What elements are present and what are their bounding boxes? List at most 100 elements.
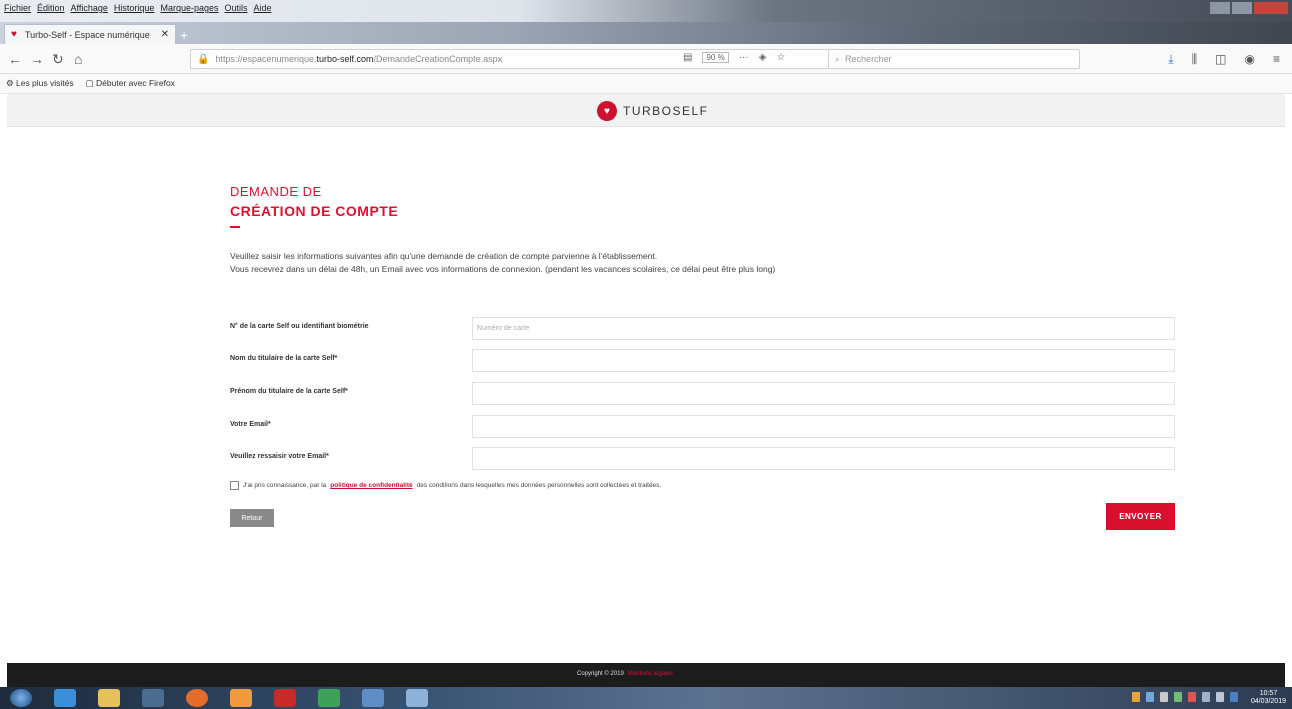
back-arrow-icon[interactable]: ←	[8, 51, 22, 67]
heart-logo-icon: ♥	[597, 101, 617, 121]
legal-notice-link[interactable]: Mentions légales	[628, 671, 673, 677]
zoom-level[interactable]: 90 %	[702, 52, 729, 63]
form-row-card-number: N° de la carte Self ou identifiant biomé…	[230, 317, 1175, 340]
lock-icon: 🔒	[197, 53, 210, 65]
hamburger-menu-icon[interactable]: ≡	[1273, 52, 1280, 67]
document-app-icon[interactable]	[406, 689, 428, 707]
intro-text: Veuillez saisir les informations suivant…	[230, 250, 775, 276]
url-tools: ▤ 90 % ··· ◈ ☆	[683, 52, 785, 63]
first-name-input[interactable]	[472, 382, 1175, 405]
firefox-window-icon[interactable]	[230, 689, 252, 707]
menu-list: Fichier Édition Affichage Historique Mar…	[4, 3, 272, 13]
bookmarks-toolbar: ⚙ Les plus visités ▢ Débuter avec Firefo…	[0, 74, 1292, 94]
email-label: Votre Email*	[230, 421, 271, 428]
language-icon[interactable]	[1230, 692, 1238, 702]
consent-row: J'ai pris connaissance, par la politique…	[230, 481, 661, 490]
firefox-icon[interactable]	[186, 689, 208, 707]
intro-line2: Vous recevrez dans un délai de 48h, un E…	[230, 264, 776, 274]
consent-text-before: J'ai pris connaissance, par la	[243, 482, 327, 489]
email-input[interactable]	[472, 415, 1175, 438]
maximize-button[interactable]	[1232, 2, 1252, 14]
back-button[interactable]: Retour	[230, 509, 274, 527]
tab-close-icon[interactable]: ✕	[161, 29, 169, 40]
more-actions-icon[interactable]: ···	[739, 52, 749, 63]
clock-time: 10:57	[1259, 690, 1278, 697]
browser-navbar: ← → ↻ ⌂ 🔒 https://espacenumerique.turbo-…	[0, 44, 1292, 74]
search-icon: ⌕	[835, 53, 841, 64]
first-name-label: Prénom du titulaire de la carte Self*	[230, 388, 348, 395]
tray-icon-3[interactable]	[1160, 692, 1168, 702]
form-row-email-confirm: Veuillez ressaisir votre Email*	[230, 447, 1175, 470]
clock-date: 04/03/2019	[1250, 698, 1286, 705]
sidebar-icon[interactable]: ◫	[1215, 52, 1226, 67]
download-icon[interactable]: ⤓	[1168, 52, 1173, 67]
minimize-button[interactable]	[1210, 2, 1230, 14]
acrobat-icon[interactable]	[274, 689, 296, 707]
form-row-last-name: Nom du titulaire de la carte Self*	[230, 349, 1175, 372]
browser-tabbar: ♥ Turbo-Self - Espace numérique ✕ +	[0, 22, 1292, 44]
search-placeholder: Rechercher	[845, 54, 892, 64]
last-name-input[interactable]	[472, 349, 1175, 372]
turboself-logo[interactable]: ♥ TURBOSELF	[597, 101, 709, 121]
logo-text: TURBOSELF	[623, 104, 709, 118]
system-tray	[1132, 692, 1238, 702]
tray-icon-4[interactable]	[1174, 692, 1182, 702]
reader-view-icon[interactable]: ▤	[683, 52, 692, 63]
title-accent-bar	[230, 226, 240, 228]
spreadsheet-icon[interactable]	[318, 689, 340, 707]
reload-icon[interactable]: ↻	[52, 51, 64, 68]
new-tab-icon[interactable]: +	[180, 27, 188, 43]
network-icon[interactable]	[1202, 692, 1210, 702]
privacy-policy-link[interactable]: politique de confidentialité	[330, 482, 412, 489]
menu-item-edit[interactable]: Édition	[37, 3, 65, 13]
card-number-input[interactable]: Numéro de carte	[472, 317, 1175, 340]
email-confirm-input[interactable]	[472, 447, 1175, 470]
turboself-favicon-icon: ♥	[11, 29, 17, 40]
file-explorer-icon[interactable]	[98, 689, 120, 707]
menu-item-bookmarks[interactable]: Marque-pages	[160, 3, 218, 13]
site-footer: Copyright © 2019 Mentions légales	[7, 663, 1285, 687]
intro-line1: Veuillez saisir les informations suivant…	[230, 251, 658, 261]
window-controls	[1210, 2, 1288, 14]
menu-item-tools[interactable]: Outils	[225, 3, 248, 13]
consent-text-after: des conditions dans lesquelles mes donné…	[416, 482, 662, 489]
page-title-line2: CRÉATION DE COMPTE	[230, 203, 399, 219]
menu-item-view[interactable]: Affichage	[71, 3, 108, 13]
menu-item-history[interactable]: Historique	[114, 3, 155, 13]
submit-button[interactable]: ENVOYER	[1106, 503, 1175, 530]
page-title-line1: DEMANDE DE	[230, 184, 322, 199]
bookmark-star-icon[interactable]: ☆	[776, 52, 785, 63]
tray-icon-5[interactable]	[1188, 692, 1196, 702]
tab-title: Turbo-Self - Espace numérique	[25, 29, 150, 40]
footer-copyright: Copyright © 2019 Mentions légales	[577, 671, 673, 677]
last-name-label: Nom du titulaire de la carte Self*	[230, 355, 338, 362]
internet-explorer-icon[interactable]	[54, 689, 76, 707]
form-row-first-name: Prénom du titulaire de la carte Self*	[230, 382, 1175, 405]
chart-app-icon[interactable]	[362, 689, 384, 707]
email-confirm-label: Veuillez ressaisir votre Email*	[230, 453, 329, 460]
bookmark-getting-started[interactable]: ▢ Débuter avec Firefox	[86, 78, 175, 89]
home-icon[interactable]: ⌂	[74, 51, 82, 67]
site-header: ♥ TURBOSELF	[7, 94, 1285, 127]
tray-icon-1[interactable]	[1132, 692, 1140, 702]
menu-item-help[interactable]: Aide	[254, 3, 272, 13]
menu-item-file[interactable]: Fichier	[4, 3, 31, 13]
card-number-label: N° de la carte Self ou identifiant biomé…	[230, 323, 369, 330]
bookmark-most-visited[interactable]: ⚙ Les plus visités	[6, 78, 74, 89]
window-close-button[interactable]	[1254, 2, 1288, 14]
volume-icon[interactable]	[1216, 692, 1224, 702]
library-icon[interactable]: ⫼	[1192, 52, 1198, 67]
url-text: https://espacenumerique.turbo-self.com/D…	[215, 54, 503, 64]
extension-icon[interactable]: ◉	[1245, 52, 1255, 67]
consent-checkbox[interactable]	[230, 481, 239, 490]
tray-icon-2[interactable]	[1146, 692, 1154, 702]
search-bar[interactable]: ⌕ Rechercher	[828, 49, 1080, 69]
taskbar-apps	[10, 689, 428, 707]
start-button-icon[interactable]	[10, 689, 32, 707]
pocket-icon[interactable]: ◈	[759, 52, 767, 63]
media-player-icon[interactable]	[142, 689, 164, 707]
forward-arrow-icon[interactable]: →	[30, 51, 44, 67]
browser-menubar: Fichier Édition Affichage Historique Mar…	[0, 0, 1292, 22]
browser-tab[interactable]: ♥ Turbo-Self - Espace numérique ✕	[4, 24, 176, 44]
taskbar-clock[interactable]: 10:57 04/03/2019	[1251, 690, 1286, 706]
